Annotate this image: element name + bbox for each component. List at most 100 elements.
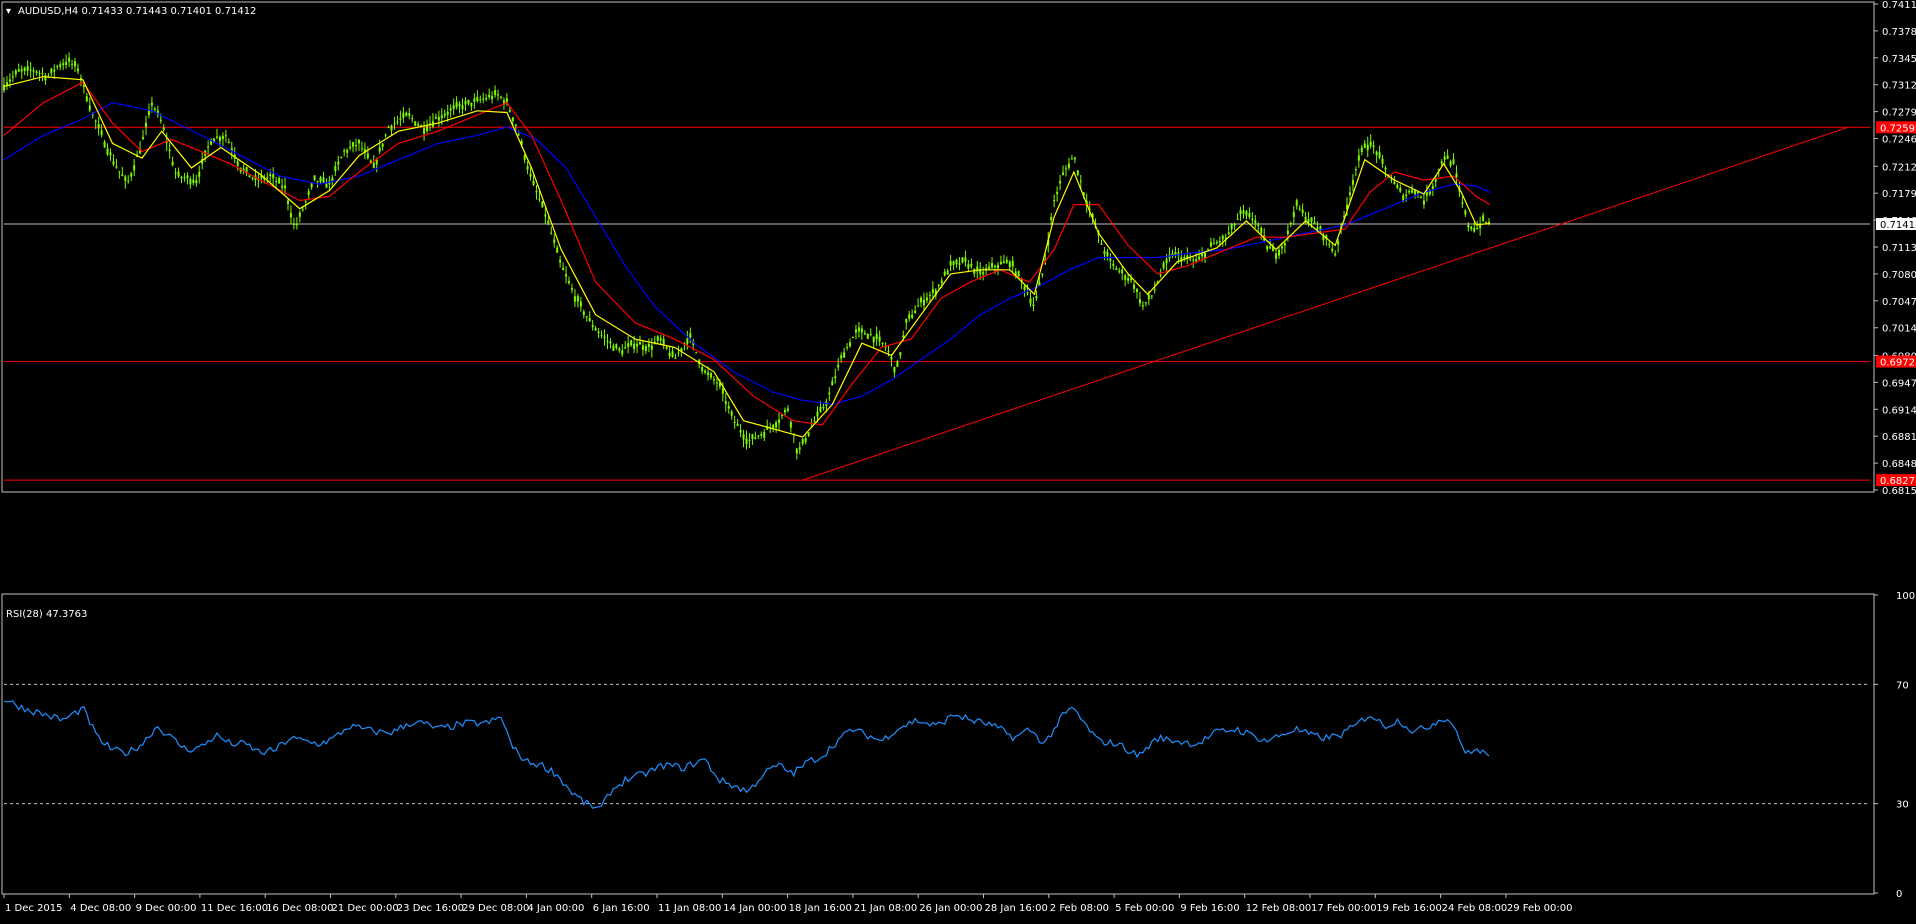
- candle-body: [366, 153, 369, 159]
- candle-body: [612, 345, 615, 351]
- candle-body: [97, 123, 100, 129]
- candle-body: [1485, 222, 1488, 224]
- candle-body: [695, 352, 698, 354]
- candle-body: [393, 123, 396, 125]
- candle-body: [375, 159, 378, 165]
- candle-body: [931, 289, 934, 293]
- candle-body: [757, 435, 760, 437]
- candle-body: [340, 157, 343, 159]
- candle-body: [878, 336, 881, 342]
- candle-body: [408, 113, 411, 116]
- candle-body: [869, 333, 872, 335]
- candle-body: [603, 336, 606, 339]
- candle-body: [914, 310, 917, 313]
- candle-body: [547, 220, 550, 224]
- candle-body: [1405, 194, 1408, 197]
- candle-body: [1059, 181, 1062, 184]
- time-tick-label: 4 Jan 00:00: [527, 903, 584, 914]
- candle-body: [786, 408, 789, 411]
- candle-body: [236, 161, 239, 166]
- dropdown-arrow-icon[interactable]: ▾: [6, 6, 11, 17]
- candle-body: [1026, 292, 1029, 294]
- time-tick-label: 1 Dec 2015: [5, 903, 63, 914]
- candle-body: [218, 136, 221, 142]
- candle-body: [1476, 227, 1479, 229]
- candle-body: [831, 381, 834, 386]
- candle-body: [44, 75, 47, 81]
- candle-body: [582, 311, 585, 315]
- price-tick-label: 0.68150: [1882, 486, 1916, 497]
- candle-body: [1236, 218, 1239, 220]
- rsi-label: RSI(28) 47.3763: [6, 609, 87, 620]
- candle-body: [352, 142, 355, 147]
- candle-body: [505, 98, 508, 103]
- candle-body: [144, 122, 147, 128]
- candle-body: [538, 198, 541, 200]
- candle-body: [68, 57, 71, 62]
- candle-body: [1390, 179, 1393, 181]
- candle-body: [248, 175, 251, 178]
- candle-body: [1419, 196, 1422, 198]
- candle-body: [816, 411, 819, 417]
- candle-body: [1121, 269, 1124, 274]
- symbol-header[interactable]: ▾ AUDUSD,H4 0.71433 0.71443 0.71401 0.71…: [6, 6, 256, 17]
- candle-body: [875, 333, 878, 340]
- candle-body: [952, 261, 955, 265]
- price-tick-label: 0.72120: [1882, 162, 1916, 173]
- candle-body: [1260, 227, 1263, 234]
- candle-body: [1461, 202, 1464, 205]
- candle-body: [38, 72, 41, 74]
- candle-body: [292, 223, 295, 225]
- candle-body: [281, 185, 284, 188]
- time-tick-label: 4 Dec 08:00: [70, 903, 131, 914]
- candle-body: [783, 409, 786, 413]
- candle-body: [1251, 218, 1254, 221]
- candle-body: [94, 120, 97, 122]
- candle-body: [399, 118, 402, 120]
- candle-body: [1455, 173, 1458, 178]
- candle-body: [807, 432, 810, 436]
- candle-body: [724, 401, 727, 405]
- candle-body: [405, 112, 408, 117]
- candle-body: [819, 406, 822, 412]
- candle-body: [17, 69, 20, 72]
- candle-body: [85, 96, 88, 102]
- candle-body: [286, 200, 289, 204]
- candle-body: [109, 152, 112, 156]
- candle-body: [570, 288, 573, 290]
- candle-body: [834, 376, 837, 379]
- candle-body: [1399, 187, 1402, 192]
- chart-root: ▾ AUDUSD,H4 0.71433 0.71443 0.71401 0.71…: [0, 0, 1916, 924]
- candle-body: [1112, 263, 1115, 266]
- candle-body: [565, 274, 568, 277]
- candle-body: [295, 224, 298, 226]
- candle-body: [499, 96, 502, 98]
- candle-body: [707, 372, 710, 376]
- candle-body: [443, 113, 446, 116]
- time-tick-label: 21 Dec 00:00: [332, 903, 399, 914]
- candle-body: [920, 297, 923, 303]
- time-tick-label: 6 Jan 16:00: [593, 903, 650, 914]
- candle-body: [1334, 253, 1337, 256]
- candle-body: [1298, 208, 1301, 210]
- candle-body: [121, 174, 124, 177]
- candle-body: [402, 112, 405, 118]
- candle-body: [423, 128, 426, 134]
- candle-body: [822, 406, 825, 409]
- candle-body: [224, 135, 227, 137]
- candle-body: [1360, 147, 1363, 153]
- candle-body: [1275, 253, 1278, 259]
- candle-body: [186, 175, 189, 179]
- candle-body: [647, 343, 650, 348]
- candle-body: [301, 209, 304, 211]
- candle-body: [1070, 158, 1073, 160]
- candle-body: [50, 68, 53, 74]
- candle-body: [461, 105, 464, 110]
- candle-body: [417, 124, 420, 126]
- candle-body: [467, 99, 470, 104]
- candle-body: [124, 176, 127, 181]
- candle-body: [896, 361, 899, 367]
- candle-body: [355, 145, 358, 147]
- candle-body: [710, 373, 713, 378]
- candle-body: [1283, 242, 1286, 246]
